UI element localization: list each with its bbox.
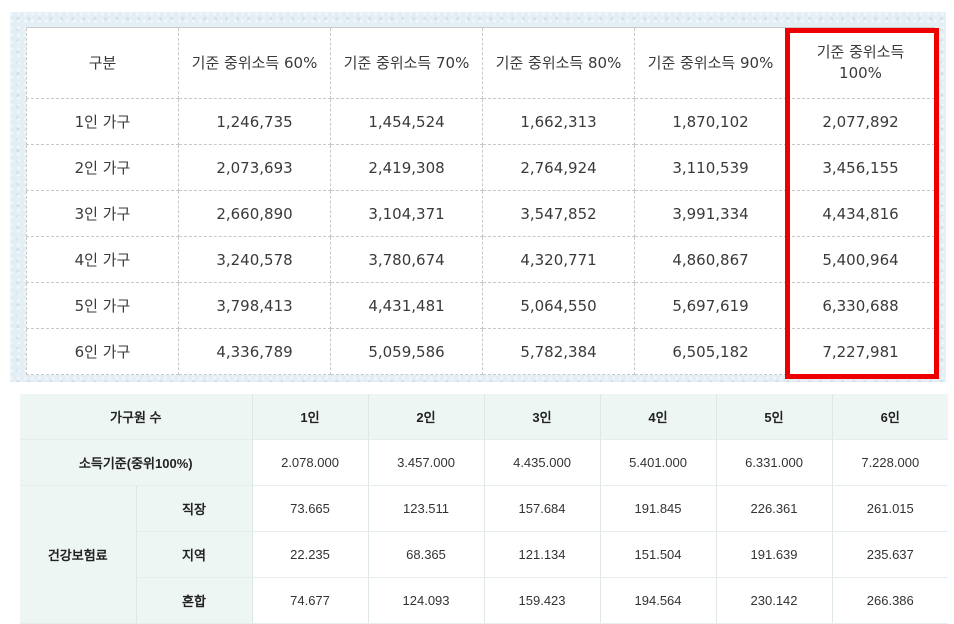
- header-5-person: 5인: [716, 394, 833, 440]
- table-cell: 5,059,586: [330, 328, 483, 375]
- table-cell: 3,991,334: [634, 190, 787, 237]
- row-label: 5인 가구: [26, 282, 179, 329]
- health-insurance-group-label: 건강보험료: [20, 485, 137, 624]
- table-row: 혼합 74.677 124.093 159.423 194.564 230.14…: [20, 577, 949, 624]
- table-cell: 3,104,371: [330, 190, 483, 237]
- table-cell: 22.235: [252, 531, 369, 578]
- header-3-person: 3인: [484, 394, 601, 440]
- header-4-person: 4인: [600, 394, 717, 440]
- row-label: 6인 가구: [26, 328, 179, 375]
- table-cell: 4,320,771: [482, 236, 635, 283]
- header-category: 구분: [26, 27, 179, 99]
- table-cell: 6.331.000: [716, 439, 833, 486]
- table-cell: 1,454,524: [330, 98, 483, 145]
- table-row: 건강보험료 직장 73.665 123.511 157.684 191.845 …: [20, 485, 949, 624]
- row-label: 3인 가구: [26, 190, 179, 237]
- table-cell: 124.093: [368, 577, 485, 624]
- table-cell: 2,764,924: [482, 144, 635, 191]
- row-label-employee: 직장: [136, 485, 253, 532]
- health-insurance-table: 가구원 수 1인 2인 3인 4인 5인 6인 소득기준(중위100%) 2.0…: [20, 394, 949, 624]
- table-cell: 1,662,313: [482, 98, 635, 145]
- table-cell: 3,240,578: [178, 236, 331, 283]
- table-cell: 3.457.000: [368, 439, 485, 486]
- income-criteria-label: 소득기준(중위100%): [20, 439, 253, 486]
- row-label-regional: 지역: [136, 531, 253, 578]
- table-cell: 266.386: [832, 577, 949, 624]
- table-cell: 1,246,735: [178, 98, 331, 145]
- table-cell: 2,419,308: [330, 144, 483, 191]
- table-cell: 6,505,182: [634, 328, 787, 375]
- table-cell: 2,073,693: [178, 144, 331, 191]
- table-cell: 3,547,852: [482, 190, 635, 237]
- row-label: 4인 가구: [26, 236, 179, 283]
- header-80pct: 기준 중위소득 80%: [482, 27, 635, 99]
- table-cell: 159.423: [484, 577, 601, 624]
- table-cell: 4,431,481: [330, 282, 483, 329]
- header-1-person: 1인: [252, 394, 369, 440]
- header-90pct: 기준 중위소득 90%: [634, 27, 787, 99]
- table-cell: 4,860,867: [634, 236, 787, 283]
- row-label: 1인 가구: [26, 98, 179, 145]
- table-cell: 261.015: [832, 485, 949, 532]
- table-cell: 3,798,413: [178, 282, 331, 329]
- header-60pct: 기준 중위소득 60%: [178, 27, 331, 99]
- header-70pct: 기준 중위소득 70%: [330, 27, 483, 99]
- table-cell: 73.665: [252, 485, 369, 532]
- row-label-mixed: 혼합: [136, 577, 253, 624]
- table-cell: 5,782,384: [482, 328, 635, 375]
- table-cell: 5,064,550: [482, 282, 635, 329]
- table-cell: 68.365: [368, 531, 485, 578]
- header-6-person: 6인: [832, 394, 949, 440]
- table-cell: 2.078.000: [252, 439, 369, 486]
- table-cell: 191.845: [600, 485, 717, 532]
- table-cell: 226.361: [716, 485, 833, 532]
- table-cell: 235.637: [832, 531, 949, 578]
- table-cell: 7.228.000: [832, 439, 949, 486]
- table-cell: 4,336,789: [178, 328, 331, 375]
- table-cell: 3,780,674: [330, 236, 483, 283]
- table-cell: 230.142: [716, 577, 833, 624]
- row-label: 2인 가구: [26, 144, 179, 191]
- table-cell: 2,660,890: [178, 190, 331, 237]
- table-cell: 1,870,102: [634, 98, 787, 145]
- table-cell: 123.511: [368, 485, 485, 532]
- highlight-box-100pct-column: [785, 28, 939, 379]
- table-cell: 191.639: [716, 531, 833, 578]
- header-household-size: 가구원 수: [20, 394, 253, 440]
- table-cell: 74.677: [252, 577, 369, 624]
- table-cell: 121.134: [484, 531, 601, 578]
- table-cell: 5,697,619: [634, 282, 787, 329]
- insurance-header-row: 가구원 수 1인 2인 3인 4인 5인 6인: [20, 394, 949, 440]
- income-criteria-row: 소득기준(중위100%) 2.078.000 3.457.000 4.435.0…: [20, 439, 949, 486]
- table-cell: 157.684: [484, 485, 601, 532]
- table-cell: 4.435.000: [484, 439, 601, 486]
- table-row: 지역 22.235 68.365 121.134 151.504 191.639…: [20, 531, 949, 578]
- table-cell: 5.401.000: [600, 439, 717, 486]
- table-cell: 194.564: [600, 577, 717, 624]
- header-2-person: 2인: [368, 394, 485, 440]
- table-cell: 3,110,539: [634, 144, 787, 191]
- table-cell: 151.504: [600, 531, 717, 578]
